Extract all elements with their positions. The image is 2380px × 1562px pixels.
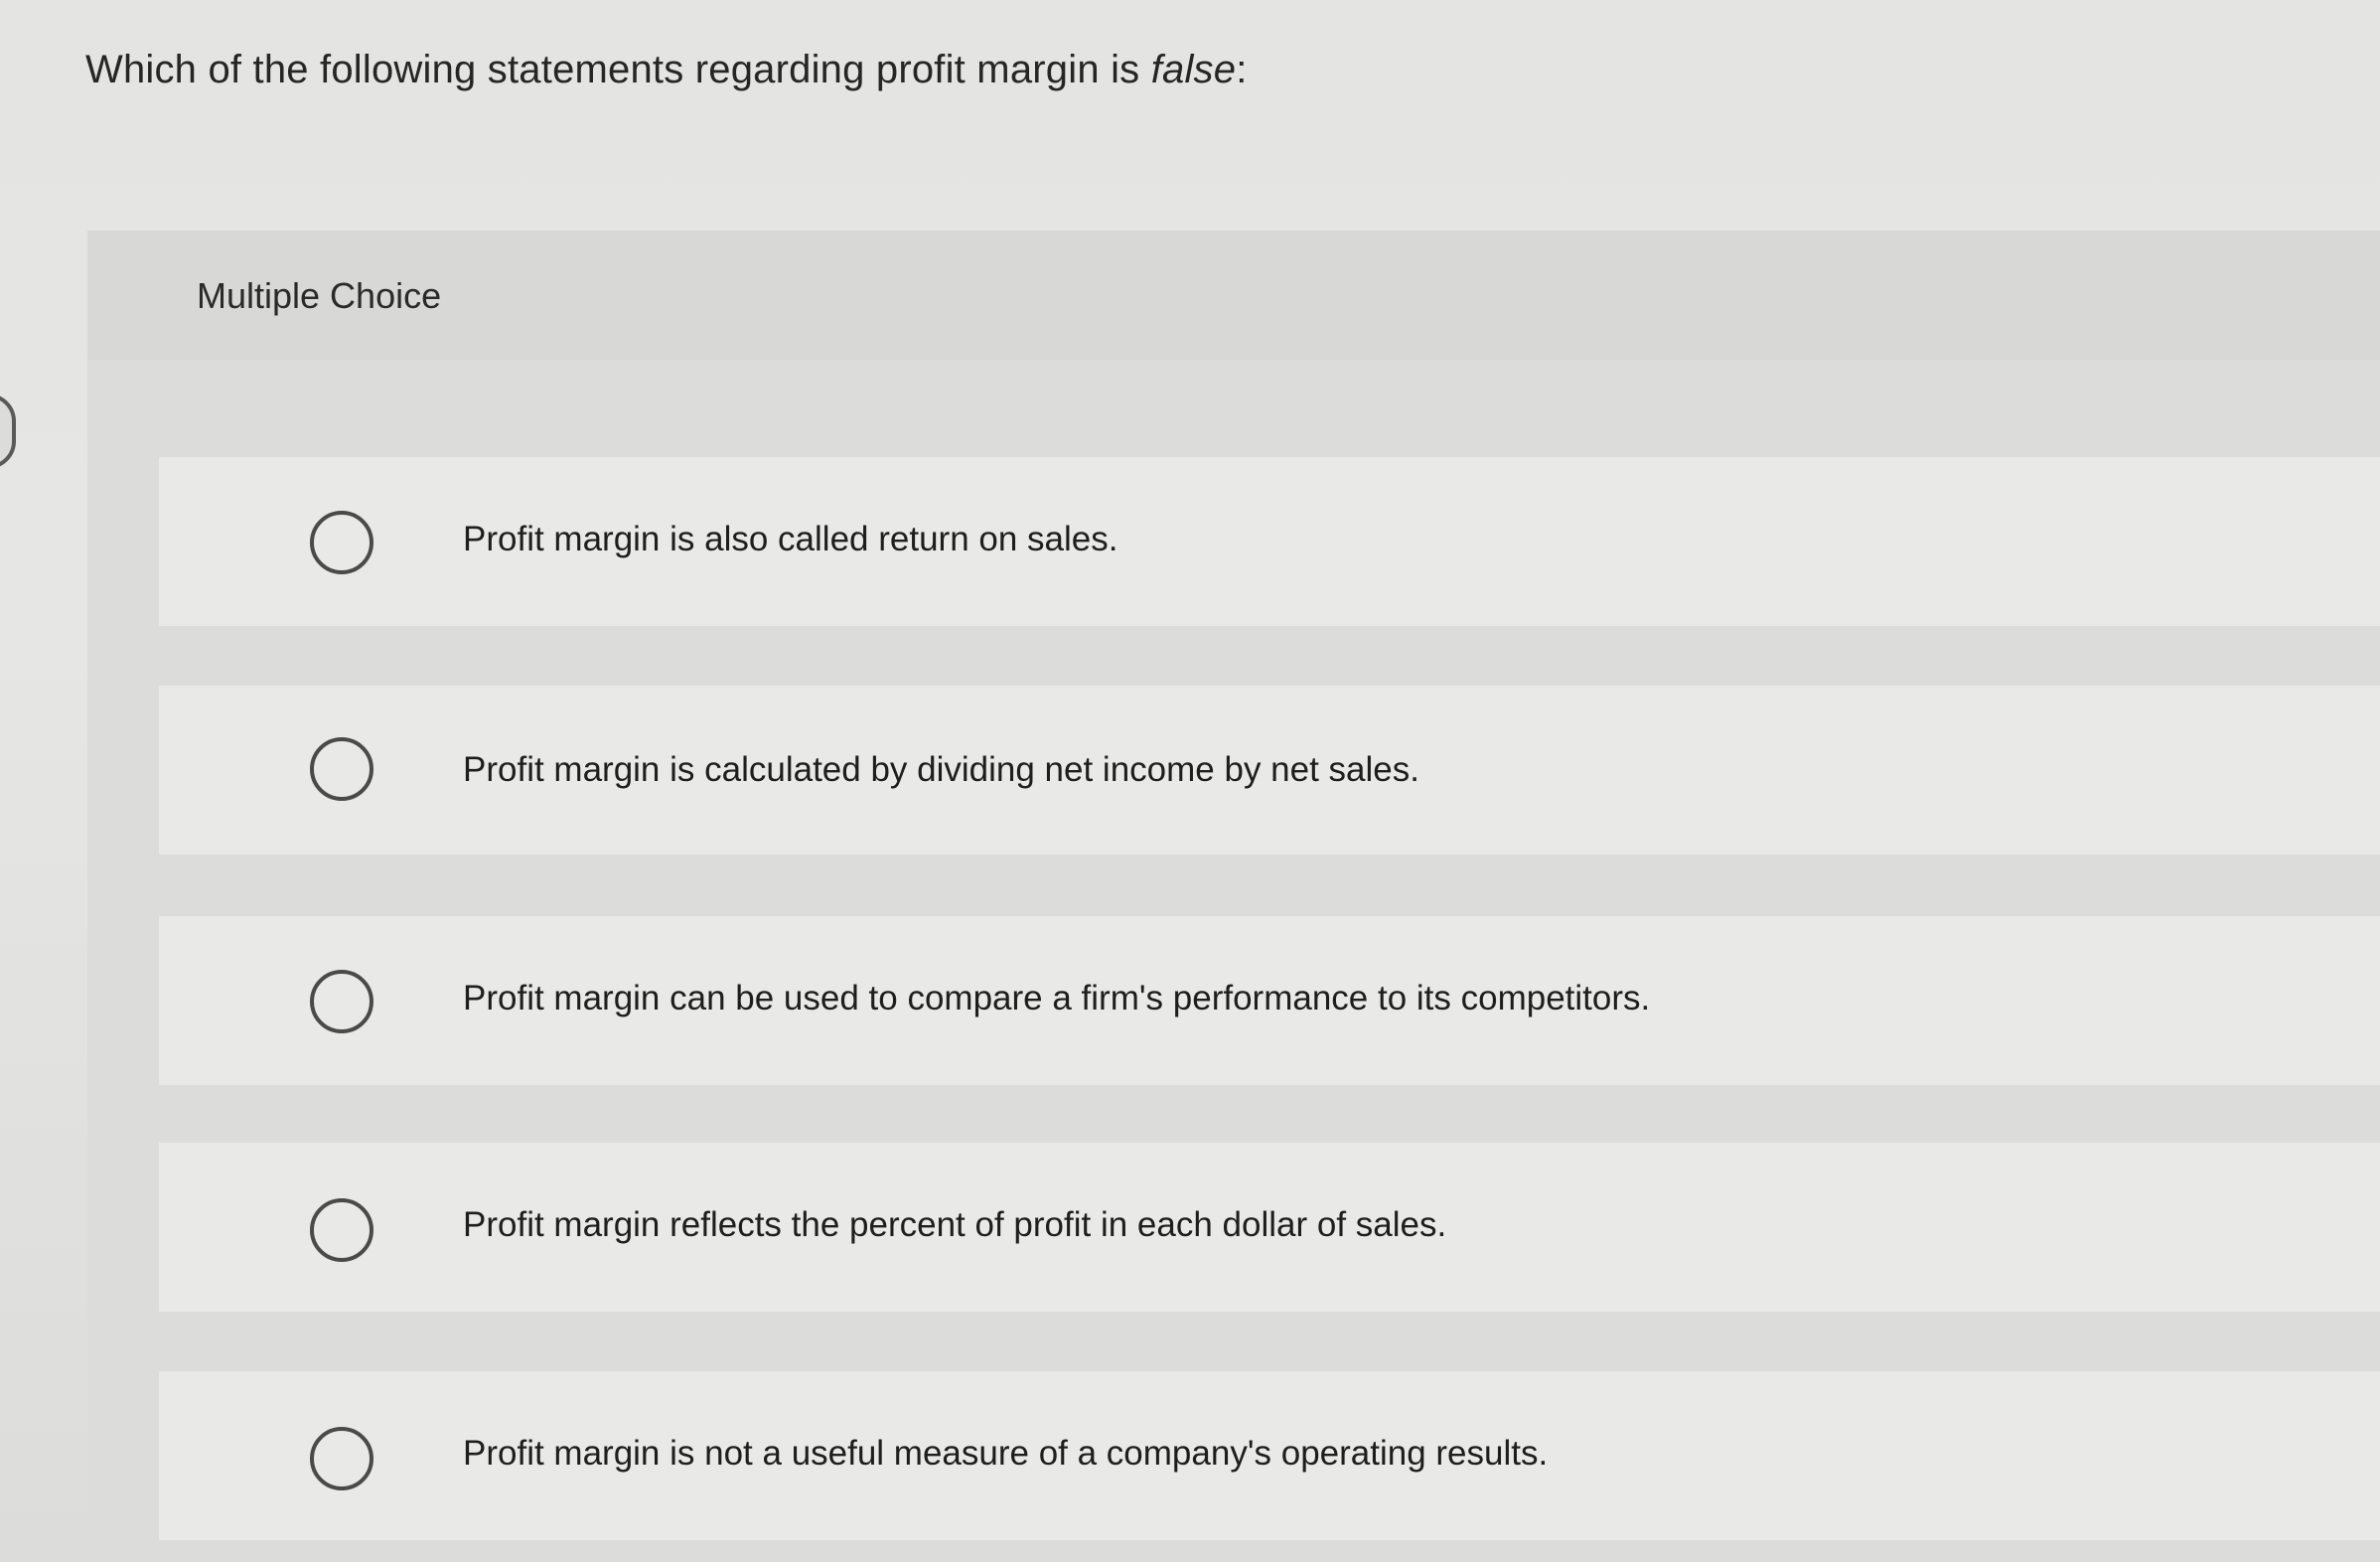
answer-option-label: Profit margin reflects the percent of pr… (463, 1205, 1447, 1244)
question-prompt: Which of the following statements regard… (85, 40, 1248, 99)
multiple-choice-panel: Multiple Choice Profit margin is also ca… (87, 231, 2380, 1562)
question-emphasis: false (1150, 48, 1237, 91)
answer-option-1[interactable]: Profit margin is also called return on s… (159, 457, 2380, 626)
radio-button-3[interactable] (310, 970, 373, 1033)
quiz-page: Which of the following statements regard… (0, 0, 2380, 1562)
radio-button-1[interactable] (310, 511, 373, 574)
answer-option-3[interactable]: Profit margin can be used to compare a f… (159, 916, 2380, 1085)
answer-option-label: Profit margin can be used to compare a f… (463, 979, 1651, 1017)
answer-option-label: Profit margin is calculated by dividing … (463, 750, 1419, 789)
side-tab-handle[interactable] (0, 393, 16, 469)
radio-button-4[interactable] (310, 1198, 373, 1262)
panel-header: Multiple Choice (87, 231, 2380, 360)
answer-option-5[interactable]: Profit margin is not a useful measure of… (159, 1371, 2380, 1540)
answer-option-4[interactable]: Profit margin reflects the percent of pr… (159, 1143, 2380, 1312)
answer-option-label: Profit margin is not a useful measure of… (463, 1434, 1549, 1473)
radio-button-5[interactable] (310, 1427, 373, 1490)
question-text: Which of the following statements regard… (85, 48, 1151, 91)
answer-option-label: Profit margin is also called return on s… (463, 520, 1118, 558)
answer-option-2[interactable]: Profit margin is calculated by dividing … (159, 686, 2380, 855)
radio-button-2[interactable] (310, 737, 373, 801)
question-type-label: Multiple Choice (197, 275, 442, 316)
question-suffix: : (1236, 48, 1248, 91)
